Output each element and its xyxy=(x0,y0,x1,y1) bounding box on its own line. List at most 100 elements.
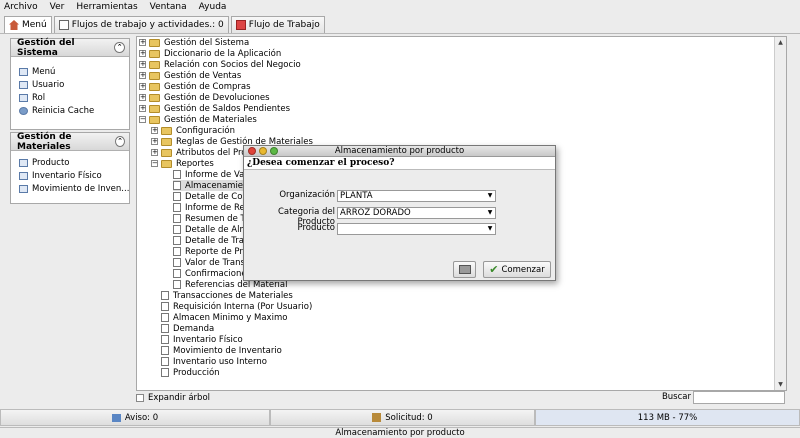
shortcut-rol[interactable]: Rol xyxy=(11,91,129,104)
tree-leaf[interactable]: Detalle de Conf xyxy=(173,191,251,202)
tree-label: Requisición Interna (Por Usuario) xyxy=(173,301,313,312)
memory-indicator[interactable]: 113 MB - 77% xyxy=(535,409,800,426)
tree-label: Relación con Socios del Negocio xyxy=(164,59,301,70)
collapse-icon[interactable]: − xyxy=(139,116,146,123)
product-select[interactable]: ▼ xyxy=(337,223,496,235)
tree-label: Reportes xyxy=(176,158,214,169)
tree-leaf[interactable]: Requisición Interna (Por Usuario) xyxy=(161,301,312,312)
expand-icon[interactable]: + xyxy=(151,138,158,145)
tree-leaf[interactable]: Inventario uso Interno xyxy=(161,356,267,367)
menu-ayuda[interactable]: Ayuda xyxy=(199,2,227,12)
tree-leaf[interactable]: Informe de Valo xyxy=(173,169,252,180)
tree-label: Resumen de Tr xyxy=(185,213,248,224)
dialog-titlebar[interactable]: Almacenamiento por producto xyxy=(244,146,555,157)
menu-ver[interactable]: Ver xyxy=(50,2,65,12)
tree-label: Inventario Físico xyxy=(173,334,243,345)
panel-header: Gestión de Materiales ⌃ xyxy=(11,132,129,152)
expand-icon[interactable]: + xyxy=(139,94,146,101)
tree-node[interactable]: + Gestión del Sistema xyxy=(139,37,249,48)
collapse-icon[interactable]: ⌃ xyxy=(114,42,125,53)
close-icon[interactable] xyxy=(248,147,256,155)
window-icon xyxy=(161,313,169,322)
window-icon xyxy=(161,368,169,377)
expand-icon[interactable]: + xyxy=(139,61,146,68)
expand-icon[interactable]: + xyxy=(139,50,146,57)
tab-menu[interactable]: Menú xyxy=(4,16,52,33)
tree-leaf[interactable]: Informe de Rea xyxy=(173,202,250,213)
tree-node[interactable]: + Configuración xyxy=(151,125,235,136)
footer-title: Almacenamiento por producto xyxy=(0,427,800,438)
collapse-icon[interactable]: − xyxy=(151,160,158,167)
expand-icon[interactable]: + xyxy=(139,72,146,79)
requests-label: Solicitud: 0 xyxy=(385,412,433,423)
product-category-select[interactable]: ARROZ DORADO ▼ xyxy=(337,207,496,219)
start-button[interactable]: ✔ Comenzar xyxy=(483,261,551,278)
menu-ventana[interactable]: Ventana xyxy=(150,2,187,12)
organization-label: Organización xyxy=(279,190,335,200)
tree-leaf[interactable]: Inventario Físico xyxy=(161,334,243,345)
shortcut-movimiento-inventario[interactable]: Movimiento de Inven... xyxy=(11,182,129,195)
tree-leaf[interactable]: Confirmaciones xyxy=(173,268,251,279)
folder-icon xyxy=(149,60,160,69)
tree-scrollbar[interactable]: ▲ ▼ xyxy=(774,37,786,390)
tree-label: Transacciones de Materiales xyxy=(173,290,293,301)
scroll-down-icon[interactable]: ▼ xyxy=(775,379,786,390)
organization-select[interactable]: PLANTA ▼ xyxy=(337,190,496,202)
warnings-indicator[interactable]: Aviso: 0 xyxy=(0,409,270,426)
shortcut-reinicia-cache[interactable]: Reinicia Cache xyxy=(11,104,129,117)
tree-leaf[interactable]: Producción xyxy=(161,367,220,378)
requests-indicator[interactable]: Solicitud: 0 xyxy=(270,409,535,426)
menu-herramientas[interactable]: Herramientas xyxy=(76,2,137,12)
tree-leaf[interactable]: Movimiento de Inventario xyxy=(161,345,282,356)
tab-workflow-activities[interactable]: Flujos de trabajo y actividades.: 0 xyxy=(53,16,229,33)
print-button[interactable] xyxy=(453,261,476,278)
expand-icon[interactable]: + xyxy=(139,39,146,46)
tree-node[interactable]: + Diccionario de la Aplicación xyxy=(139,48,281,59)
tree-leaf[interactable]: Transacciones de Materiales xyxy=(161,290,293,301)
start-label: Comenzar xyxy=(501,264,545,275)
tree-label: Gestión de Compras xyxy=(164,81,251,92)
collapse-icon[interactable]: ⌃ xyxy=(115,136,125,147)
shortcut-producto[interactable]: Producto xyxy=(11,156,129,169)
shortcut-menu[interactable]: Menú xyxy=(11,65,129,78)
minimize-icon[interactable] xyxy=(259,147,267,155)
tree-node[interactable]: + Gestión de Devoluciones xyxy=(139,92,270,103)
expand-icon[interactable]: + xyxy=(139,83,146,90)
tree-leaf[interactable]: Resumen de Tr xyxy=(173,213,248,224)
panel-gestion-sistema: Gestión del Sistema ⌃ Menú Usuario Rol R… xyxy=(10,38,130,130)
maximize-icon[interactable] xyxy=(270,147,278,155)
tree-leaf[interactable]: Almacen Minimo y Maximo xyxy=(161,312,287,323)
report-icon xyxy=(173,192,181,201)
tree-node[interactable]: − Reportes xyxy=(151,158,214,169)
shortcut-inventario-fisico[interactable]: Inventario Físico xyxy=(11,169,129,182)
folder-open-icon xyxy=(161,159,172,168)
shortcut-label: Rol xyxy=(32,92,46,103)
expand-tree-checkbox[interactable] xyxy=(136,394,144,402)
window-icon xyxy=(19,184,28,193)
tree-node[interactable]: + Gestión de Saldos Pendientes xyxy=(139,103,290,114)
tree-leaf[interactable]: Demanda xyxy=(161,323,214,334)
window-icon xyxy=(161,302,169,311)
tree-node[interactable]: + Gestión de Ventas xyxy=(139,70,241,81)
scroll-up-icon[interactable]: ▲ xyxy=(775,37,786,48)
expand-icon[interactable]: + xyxy=(151,149,158,156)
expand-icon[interactable]: + xyxy=(151,127,158,134)
window-icon xyxy=(19,158,28,167)
menu-archivo[interactable]: Archivo xyxy=(4,2,38,12)
tree-leaf[interactable]: Detalle de Alma xyxy=(173,224,253,235)
tab-workflow[interactable]: Flujo de Trabajo xyxy=(230,16,325,33)
search-input[interactable] xyxy=(693,391,785,404)
shortcut-usuario[interactable]: Usuario xyxy=(11,78,129,91)
tree-node[interactable]: − Gestión de Materiales xyxy=(139,114,257,125)
expand-icon[interactable]: + xyxy=(139,105,146,112)
process-dialog: Almacenamiento por producto ¿Desea comen… xyxy=(243,145,556,281)
window-icon xyxy=(19,171,28,180)
folder-icon xyxy=(149,93,160,102)
search-label: Buscar xyxy=(661,392,691,402)
tree-node[interactable]: + Relación con Socios del Negocio xyxy=(139,59,301,70)
tree-leaf[interactable]: Reporte de Proc xyxy=(173,246,253,257)
tree-leaf[interactable]: Detalle de Tran xyxy=(173,235,249,246)
tree-label: Confirmaciones xyxy=(185,268,251,279)
tree-node[interactable]: + Gestión de Compras xyxy=(139,81,251,92)
tree-leaf[interactable]: Valor de Transa xyxy=(173,257,250,268)
